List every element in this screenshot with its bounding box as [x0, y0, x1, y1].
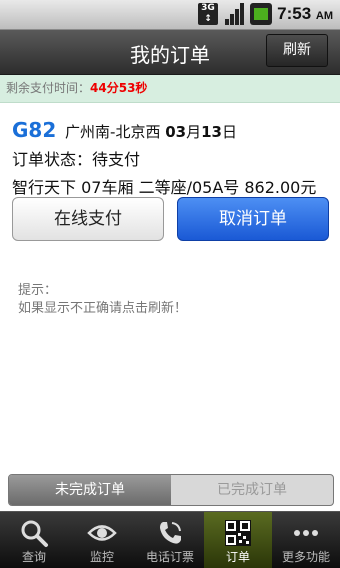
qr-code-icon — [225, 520, 251, 546]
search-icon — [21, 520, 48, 547]
timer-label: 剩余支付时间： — [6, 81, 91, 95]
train-number: G82 — [12, 118, 57, 142]
incomplete-orders-tab[interactable]: 未完成订单 — [9, 475, 171, 505]
cancel-order-button[interactable]: 取消订单 — [177, 197, 329, 241]
network-3g-icon: 3G ↕ — [198, 3, 218, 25]
route: 广州南-北京西 — [65, 123, 161, 141]
date-day: 13 — [201, 123, 222, 141]
complete-orders-tab[interactable]: 已完成订单 — [171, 475, 333, 505]
passenger-name: 智行天下 — [12, 178, 77, 197]
eye-icon — [87, 525, 117, 541]
payment-timer: 剩余支付时间：44分53秒 — [0, 75, 340, 103]
order-detail-line: 智行天下 07车厢 二等座/05A号 862.00元 — [12, 174, 332, 198]
tips-title: 提示： — [18, 283, 58, 298]
tips: 提示： 如果显示不正确请点击刷新！ — [18, 282, 187, 318]
order-status-line: 订单状态：待支付 — [12, 146, 332, 170]
car-number: 07车厢 — [81, 178, 134, 197]
tab-more[interactable]: 更多功能 — [272, 512, 340, 568]
pay-online-button[interactable]: 在线支付 — [12, 197, 164, 241]
more-icon — [294, 530, 318, 536]
tab-phone-booking[interactable]: 电话订票 — [136, 512, 204, 568]
tab-label: 电话订票 — [145, 550, 194, 564]
order-train-line: G82 广州南-北京西 03月13日 — [12, 118, 238, 142]
battery-icon — [250, 3, 272, 25]
timer-value: 44分53秒 — [90, 81, 148, 95]
tab-monitor[interactable]: 监控 — [68, 512, 136, 568]
order-filter-segment: 未完成订单 已完成订单 — [8, 474, 334, 506]
status-value: 待支付 — [92, 150, 141, 169]
tab-label: 查询 — [21, 550, 46, 564]
status-time: 7:53 AM — [277, 4, 333, 23]
tab-search[interactable]: 查询 — [0, 512, 68, 568]
price: 862.00元 — [244, 178, 317, 197]
date-month: 03 — [165, 123, 187, 141]
seat-info: 二等座/05A号 — [138, 178, 240, 197]
bottom-tab-bar: 查询 监控 电话订票 订单 更多功能 — [0, 511, 340, 568]
tips-text: 如果显示不正确请点击刷新！ — [18, 301, 188, 316]
title-bar: 我的订单 刷新 — [0, 30, 340, 75]
status-bar: 3G ↕ 7:53 AM — [0, 0, 340, 30]
signal-icon — [225, 3, 245, 25]
status-label: 订单状态： — [12, 150, 93, 169]
tab-label: 订单 — [225, 550, 250, 564]
phone-icon — [160, 522, 181, 544]
refresh-button[interactable]: 刷新 — [266, 34, 328, 67]
order-card: G82 广州南-北京西 03月13日 订单状态：待支付 智行天下 07车厢 二等… — [12, 118, 332, 198]
tab-label: 监控 — [89, 550, 114, 564]
tab-label: 更多功能 — [281, 550, 330, 564]
tab-orders[interactable]: 订单 — [204, 512, 272, 568]
network-type: 3G — [201, 3, 215, 13]
